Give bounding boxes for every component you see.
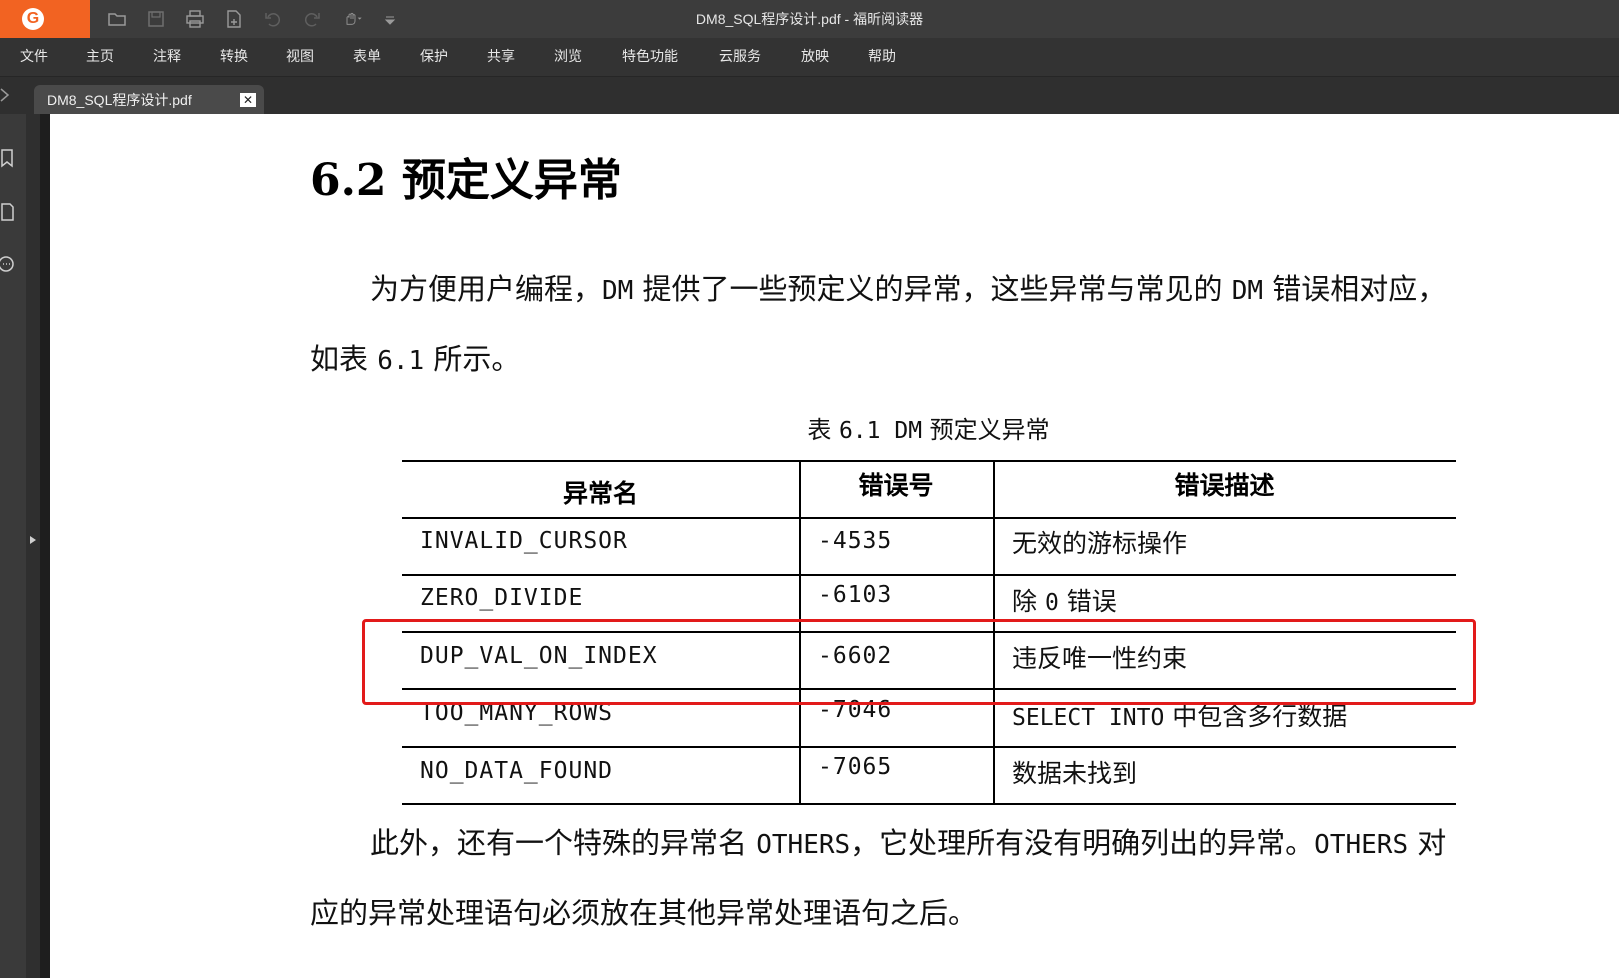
menu-protect[interactable]: 保护 bbox=[420, 38, 448, 76]
table-rule bbox=[402, 460, 1456, 462]
chevron-right-icon[interactable] bbox=[0, 87, 12, 103]
undo-icon[interactable] bbox=[262, 8, 284, 30]
pages-icon[interactable] bbox=[0, 200, 18, 222]
table-cell-name: NO_DATA_FOUND bbox=[420, 758, 614, 784]
menu-cloud[interactable]: 云服务 bbox=[719, 38, 761, 76]
tab-bar: DM8_SQL程序设计.pdf ✕ bbox=[0, 76, 1619, 115]
table-cell-desc: 数据未找到 bbox=[1012, 759, 1138, 788]
text-run: 如表 bbox=[310, 342, 378, 376]
close-icon[interactable]: ✕ bbox=[240, 93, 256, 107]
text-run: OTHERS bbox=[756, 830, 851, 860]
menu-comment[interactable]: 注释 bbox=[153, 38, 181, 76]
menu-home[interactable]: 主页 bbox=[86, 38, 114, 76]
table-caption: 表 6.1 DM 预定义异常 bbox=[50, 410, 1619, 445]
text-run: 0 bbox=[1044, 590, 1059, 616]
section-heading: 6.2 预定义异常 bbox=[310, 155, 622, 206]
text-run: 对 bbox=[1408, 826, 1447, 860]
document-page: 6.2 预定义异常 为方便用户编程，DM 提供了一些预定义的异常，这些异常与常见… bbox=[50, 114, 1619, 978]
table-cell-code: -7046 bbox=[818, 697, 893, 723]
redo-icon[interactable] bbox=[301, 8, 323, 30]
menu-slideshow[interactable]: 放映 bbox=[801, 38, 829, 76]
text-run: 预定义异常 bbox=[922, 416, 1050, 444]
save-icon[interactable] bbox=[145, 8, 167, 30]
app-logo[interactable]: G bbox=[0, 0, 90, 38]
table-cell-desc: 除 0 错误 bbox=[1012, 582, 1117, 618]
title-bar: G DM8_SQL程序设计.pdf - 福昕阅读器 bbox=[0, 0, 1619, 38]
expand-panel-icon[interactable] bbox=[26, 530, 40, 550]
text-run: OTHERS bbox=[1314, 830, 1409, 860]
table-rule bbox=[402, 746, 1456, 748]
table-cell-name: INVALID_CURSOR bbox=[420, 528, 628, 554]
menu-bar: 文件 主页 注释 转换 视图 表单 保护 共享 浏览 特色功能 云服务 放映 帮… bbox=[0, 38, 1619, 76]
menu-features[interactable]: 特色功能 bbox=[622, 38, 678, 76]
table-rule bbox=[799, 460, 801, 805]
menu-view[interactable]: 视图 bbox=[286, 38, 314, 76]
table-rule bbox=[402, 688, 1456, 690]
table-rule bbox=[402, 803, 1456, 805]
menu-browse[interactable]: 浏览 bbox=[554, 38, 582, 76]
table-cell-name: DUP_VAL_ON_INDEX bbox=[420, 643, 658, 669]
text-run: 错误相对应， bbox=[1263, 272, 1447, 306]
table-cell-code: -7065 bbox=[818, 754, 893, 780]
table-cell-code: -4535 bbox=[818, 528, 893, 554]
page-border bbox=[40, 114, 50, 978]
tab-document[interactable]: DM8_SQL程序设计.pdf ✕ bbox=[34, 85, 264, 115]
left-panel-rail bbox=[0, 114, 26, 978]
bookmark-icon[interactable] bbox=[0, 148, 18, 170]
text-run: DM bbox=[1231, 276, 1264, 306]
print-icon[interactable] bbox=[184, 8, 206, 30]
hand-tool-icon[interactable] bbox=[338, 8, 368, 30]
tab-label: DM8_SQL程序设计.pdf bbox=[47, 92, 192, 108]
text-run: 为方便用户编程， bbox=[370, 272, 603, 306]
text-run: SELECT INTO bbox=[1012, 705, 1165, 731]
text-run: ，它处理所有没有明确列出的异常。 bbox=[850, 826, 1315, 860]
menu-convert[interactable]: 转换 bbox=[220, 38, 248, 76]
open-icon[interactable] bbox=[106, 8, 128, 30]
paragraph-others-line1: 此外，还有一个特殊的异常名 OTHERS，它处理所有没有明确列出的异常。OTHE… bbox=[370, 820, 1446, 862]
text-run: 6.1 bbox=[377, 346, 425, 376]
text-run: 错误 bbox=[1058, 587, 1117, 616]
column-header-name: 异常名 bbox=[562, 479, 638, 508]
menu-form[interactable]: 表单 bbox=[353, 38, 381, 76]
table-cell-desc: 违反唯一性约束 bbox=[1012, 644, 1188, 673]
paragraph-intro-line1: 为方便用户编程，DM 提供了一些预定义的异常，这些异常与常见的 DM 错误相对应… bbox=[370, 266, 1446, 308]
new-file-icon[interactable] bbox=[223, 8, 245, 30]
table-cell-code: -6103 bbox=[818, 582, 893, 608]
customize-icon[interactable] bbox=[382, 8, 398, 30]
paragraph-intro-line2: 如表 6.1 所示。 bbox=[310, 336, 520, 378]
foxit-logo-icon: G bbox=[22, 8, 44, 30]
paragraph-others-line2: 应的异常处理语句必须放在其他异常处理语句之后。 bbox=[310, 896, 978, 930]
table-cell-code: -6602 bbox=[818, 643, 893, 669]
text-run: 表 bbox=[807, 416, 839, 444]
text-run: 提供了一些预定义的异常，这些异常与常见的 bbox=[633, 272, 1232, 306]
table-rule bbox=[402, 517, 1456, 519]
table-cell-desc: SELECT INTO 中包含多行数据 bbox=[1012, 697, 1347, 733]
text-run: 除 bbox=[1012, 587, 1045, 616]
table-rule bbox=[402, 631, 1456, 633]
column-header-code: 错误号 bbox=[858, 471, 934, 500]
text-run: 6.1 DM bbox=[838, 418, 923, 444]
comments-icon[interactable] bbox=[0, 254, 18, 276]
column-header-desc: 错误描述 bbox=[1174, 471, 1275, 500]
table-cell-name: ZERO_DIVIDE bbox=[420, 585, 584, 611]
table-cell-desc: 无效的游标操作 bbox=[1012, 529, 1188, 558]
text-run: 此外，还有一个特殊的异常名 bbox=[370, 826, 757, 860]
menu-file[interactable]: 文件 bbox=[20, 38, 48, 76]
text-run: DM bbox=[602, 276, 634, 306]
table-cell-name: TOO_MANY_ROWS bbox=[420, 700, 614, 726]
table-rule bbox=[993, 460, 995, 805]
table-rule bbox=[402, 574, 1456, 576]
menu-help[interactable]: 帮助 bbox=[868, 38, 896, 76]
menu-share[interactable]: 共享 bbox=[487, 38, 515, 76]
text-run: 所示。 bbox=[424, 342, 521, 376]
text-run: 中包含多行数据 bbox=[1164, 702, 1348, 731]
